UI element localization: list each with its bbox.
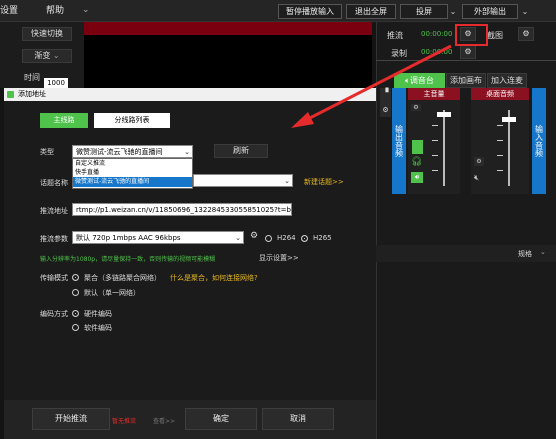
callout-arrow <box>291 44 452 128</box>
